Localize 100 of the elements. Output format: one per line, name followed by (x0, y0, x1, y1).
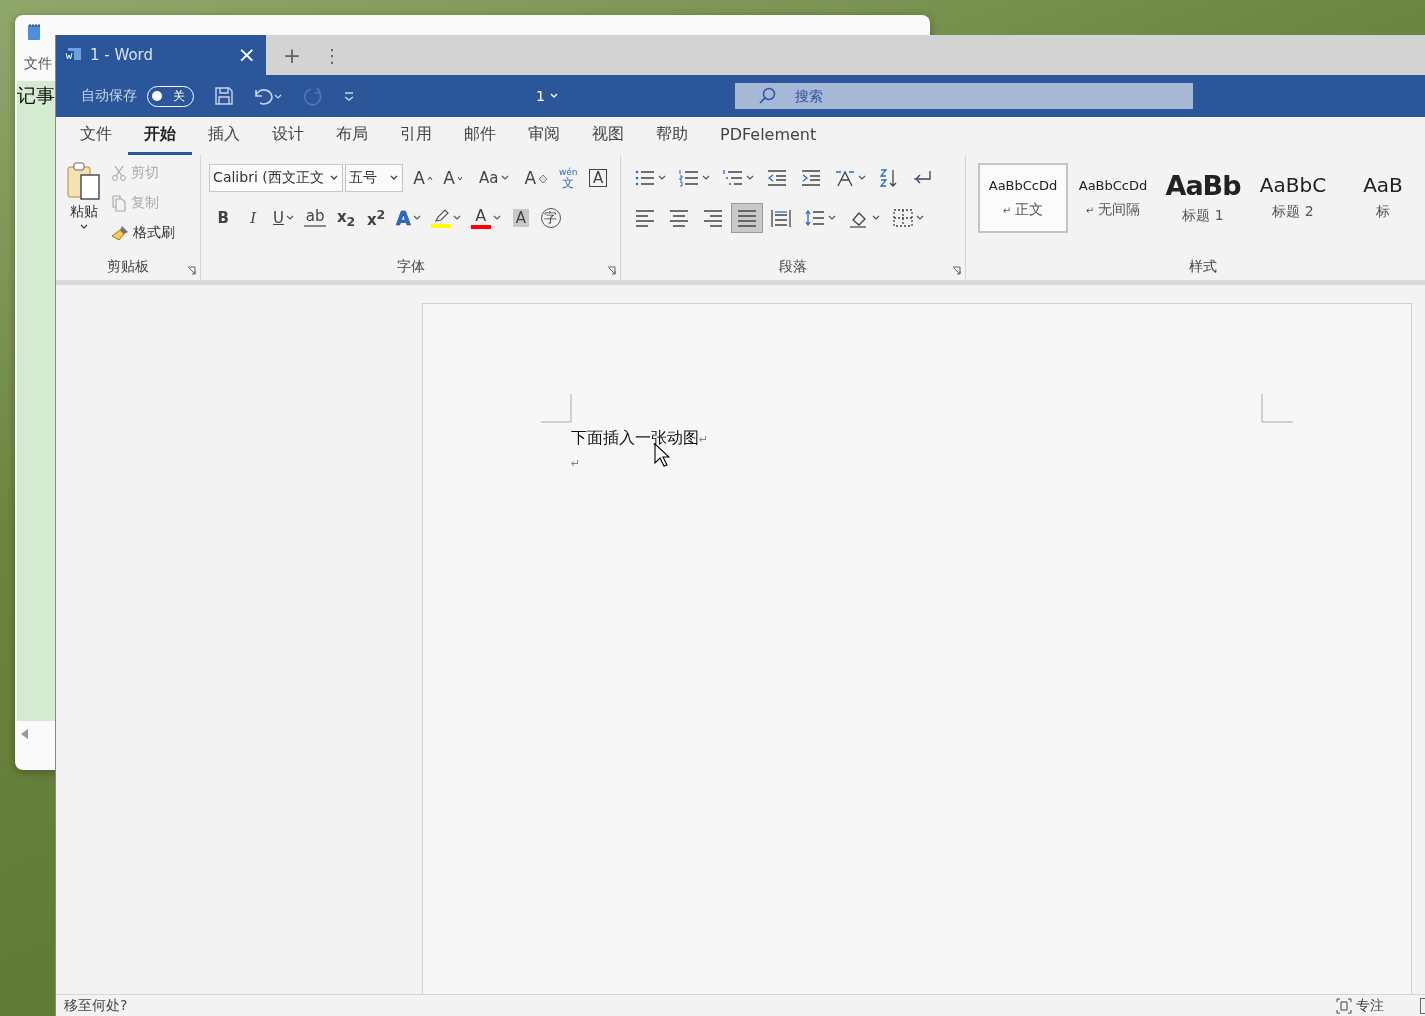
caret-icon (746, 175, 755, 181)
caret-icon (658, 175, 667, 181)
more-button[interactable]: ⋮ (312, 43, 352, 67)
caret-icon (828, 215, 837, 221)
distribute-icon (770, 208, 793, 228)
group-label: 字体 (396, 258, 425, 276)
dialog-launcher-icon[interactable] (952, 266, 962, 276)
style-gallery-item[interactable]: AaBbCcDd ↵ 正文 (978, 163, 1068, 233)
group-label: 剪贴板 (107, 258, 150, 276)
style-gallery-item[interactable]: AaBb 标题 1 (1158, 163, 1248, 233)
ribbon-tab[interactable]: 视图 (576, 117, 640, 155)
copy-icon (110, 194, 128, 212)
multilevel-icon (722, 168, 745, 188)
font-button[interactable]: x$^{2}$ (362, 204, 391, 232)
word-icon (64, 47, 82, 63)
font-button[interactable]: A (466, 204, 505, 232)
ribbon-tab[interactable]: 布局 (320, 117, 384, 155)
caret-icon (329, 174, 340, 182)
font-button[interactable]: B (209, 204, 238, 232)
status-text[interactable]: 移至何处? (64, 996, 128, 1015)
ribbon-tab[interactable]: 文件 (64, 117, 128, 155)
document-page[interactable]: 下面插入一张动图↵ ↵ (422, 303, 1412, 994)
bullets-icon (634, 168, 657, 188)
dialog-launcher-icon[interactable] (187, 266, 198, 276)
paragraph-button[interactable] (731, 203, 764, 233)
font-button[interactable]: x$_{2}$ (332, 204, 361, 232)
caret-icon (872, 215, 881, 221)
font-family-field[interactable]: Calibri (西文正文 (209, 164, 344, 192)
margin-corner-icon (541, 394, 573, 424)
font-button[interactable]: A (520, 164, 553, 192)
caret-icon (492, 215, 501, 221)
style-gallery-item[interactable]: AaBbC 标题 2 (1248, 163, 1338, 233)
scissors-icon (110, 164, 128, 182)
new-tab-button[interactable]: + (272, 41, 312, 69)
dialog-launcher-icon[interactable] (607, 266, 618, 276)
outdent-icon (766, 168, 789, 188)
ribbon-tab[interactable]: 邮件 (448, 117, 512, 155)
left-icon (634, 208, 657, 228)
font-button[interactable]: wén 文 (554, 164, 583, 192)
search-field[interactable]: 搜索 (734, 83, 1193, 109)
caret-icon (452, 215, 461, 221)
focus-frame-icon (1336, 997, 1352, 1014)
ribbon-tab[interactable]: 插入 (192, 117, 256, 155)
ribbon-tab[interactable]: 帮助 (640, 117, 704, 155)
font-size-field[interactable]: 五号 (345, 164, 404, 192)
ribbon-tab[interactable]: 审阅 (512, 117, 576, 155)
right-icon (702, 208, 725, 228)
caret-icon (412, 215, 421, 221)
down-chevron-icon (456, 175, 463, 181)
caret-icon (916, 215, 925, 221)
caret-icon (389, 174, 400, 182)
caret-icon (79, 223, 89, 231)
font-button[interactable]: ab (300, 204, 331, 232)
font-button[interactable]: A (439, 164, 468, 192)
ribbon-tab[interactable]: 设计 (256, 117, 320, 155)
notepad-icon (27, 23, 41, 41)
font-button[interactable]: A (506, 204, 535, 232)
font-button[interactable]: I (239, 204, 268, 232)
style-gallery-item[interactable]: AaB 标 (1338, 163, 1425, 233)
text-area[interactable]: 记事 (17, 81, 55, 721)
font-button[interactable]: A (584, 164, 613, 192)
font-button[interactable]: A (409, 164, 438, 192)
numbering-icon (678, 168, 701, 188)
document-name[interactable]: 1 (530, 87, 565, 105)
spacing-icon (804, 208, 827, 228)
caret-icon (500, 175, 509, 181)
tab-title: 1 - Word (90, 46, 155, 64)
scroll-left-icon[interactable] (21, 729, 29, 739)
ribbon-tab[interactable]: 引用 (384, 117, 448, 155)
caret-icon (286, 215, 295, 221)
undo-icon[interactable] (252, 86, 284, 106)
group-label: 样式 (1189, 258, 1217, 276)
save-icon[interactable] (214, 86, 234, 106)
focus-button[interactable]: 专注 (1330, 995, 1390, 1016)
clipboard-icon (66, 161, 102, 201)
brush-icon (110, 224, 130, 242)
ribbon-tab[interactable]: PDFelement (704, 117, 833, 155)
customize-icon[interactable] (342, 89, 356, 103)
margin-corner-icon (1261, 394, 1293, 424)
caret-icon (548, 92, 559, 100)
autosave-label: 自动保存 (81, 87, 137, 105)
up-chevron-icon (426, 175, 433, 181)
document-paragraph: 下面插入一张动图↵ (571, 427, 709, 449)
clipboard-button[interactable]: 格式刷 (108, 219, 177, 247)
borders-icon (892, 208, 915, 228)
center-icon (668, 208, 691, 228)
font-button[interactable]: U (269, 204, 299, 232)
notepad-text: 记事 (17, 83, 55, 108)
document-paragraph: ↵ (571, 456, 581, 472)
font-button[interactable]: Aa (475, 164, 513, 192)
strike-line-icon (304, 225, 327, 227)
menu-item[interactable]: 文件 (24, 55, 52, 73)
font-button[interactable]: A (392, 204, 425, 232)
document-tab[interactable]: 1 - Word × (56, 35, 266, 75)
mouse-pointer-icon (654, 443, 670, 467)
style-gallery-item[interactable]: AaBbCcDd ↵ 无间隔 (1068, 163, 1158, 233)
paste-button[interactable]: 粘贴 (62, 159, 106, 250)
group-label: 段落 (779, 258, 808, 276)
indent-icon (800, 168, 823, 188)
close-button[interactable]: × (235, 44, 258, 66)
